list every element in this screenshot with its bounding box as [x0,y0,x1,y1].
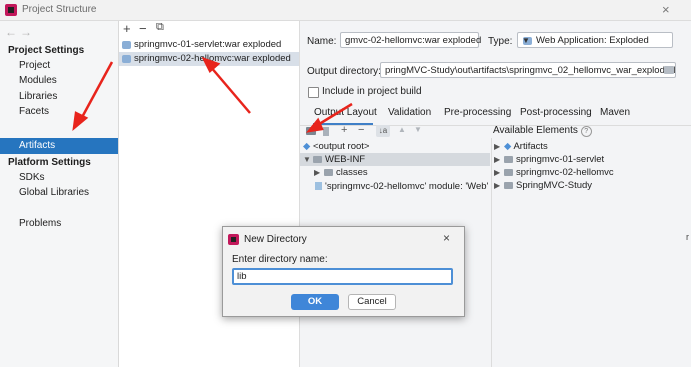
annotation-arrow-toolbar [315,102,353,128]
annotation-arrow-artifacts [78,61,114,122]
annotation-arrows [72,56,353,133]
arrowhead-icon [201,56,221,74]
arrowhead-icon [305,117,324,133]
background-fragment: r [686,232,689,242]
annotation-arrow-list [209,65,251,114]
